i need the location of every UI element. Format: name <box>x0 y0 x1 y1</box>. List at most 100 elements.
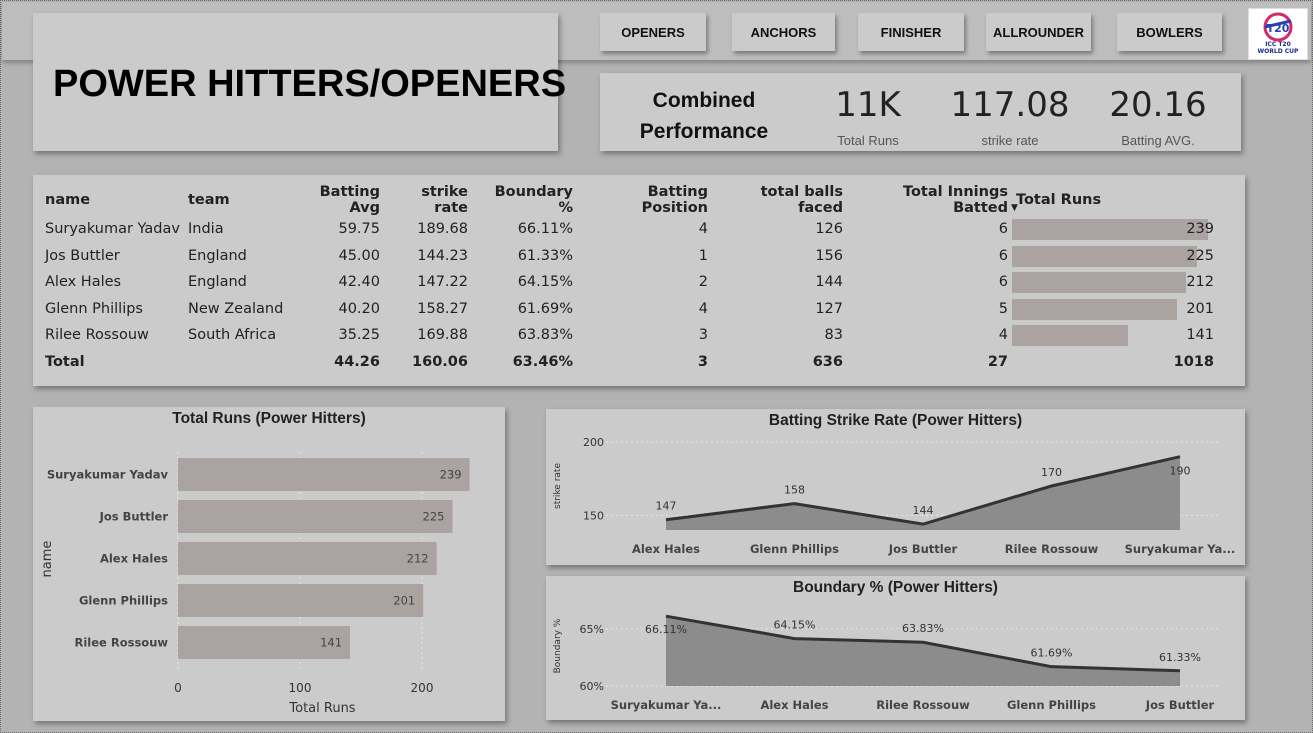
boundary-pct-area-chart: 60% 65% 66.11% Suryakumar Ya... 64.15% Alex H… <box>553 614 1221 712</box>
category-label: Jos Buttler <box>99 510 169 524</box>
column-header-name[interactable]: name <box>41 184 184 216</box>
cell-name: Glenn Phillips <box>45 300 143 317</box>
total-cell-balls-faced: 636 <box>812 353 843 370</box>
category-label: Rilee Rossouw <box>75 636 169 650</box>
data-value-label: 170 <box>1041 466 1062 479</box>
y-tick-label: 200 <box>583 436 604 449</box>
nav-button-allrounder[interactable]: ALLROUNDER <box>986 13 1091 51</box>
cell-batting-position: 1 <box>698 247 708 264</box>
combined-performance-card: Combined Performance 11K Total Runs 117.… <box>600 73 1241 151</box>
cell-strike-rate: 189.68 <box>417 221 468 238</box>
bar-value-label: 239 <box>440 468 462 482</box>
cell-balls-faced: 83 <box>824 327 843 344</box>
total-cell-batting-avg: 44.26 <box>334 353 380 370</box>
kpi-total-runs: 11K Total Runs <box>822 85 914 148</box>
combined-performance-heading: Combined Performance <box>639 89 769 143</box>
svg-text:T20: T20 <box>1267 22 1290 35</box>
kpi-strike-rate: 117.08 strike rate <box>950 85 1070 148</box>
table-row[interactable]: Alex Hales England 42.40 147.22 64.15% 2 144 6 2… <box>41 269 1218 296</box>
total-cell-team <box>184 349 288 376</box>
y-tick-label: 150 <box>583 509 604 522</box>
bar[interactable] <box>178 542 437 575</box>
nav-button-openers[interactable]: OPENERS <box>600 13 706 51</box>
cell-total-runs: 225 <box>1012 243 1218 270</box>
area-fill <box>666 456 1180 530</box>
x-category-label: Suryakumar Ya... <box>1125 542 1236 556</box>
cell-boundary-pct: 61.33% <box>517 247 573 264</box>
column-header-total-runs[interactable]: Total Runs ▼ <box>1011 184 1218 216</box>
cell-boundary-pct: 61.69% <box>517 300 573 317</box>
cell-innings-batted: 6 <box>998 247 1008 264</box>
column-header-total-innings-batted[interactable]: Total Innings Batted <box>847 184 1012 216</box>
cell-team: England <box>188 247 247 264</box>
cell-innings-batted: 5 <box>998 300 1008 317</box>
title-card: POWER HITTERS/OPENERS <box>33 13 566 151</box>
total-runs-bar-chart: 0 100 200 239 Suryakumar Yadav 225 Jos Buttler… <box>40 452 470 716</box>
column-header-batting-avg[interactable]: Batting Avg <box>288 184 384 216</box>
kpi-batting-avg: 20.16 Batting AVG. <box>1108 85 1208 148</box>
bar[interactable] <box>178 458 470 491</box>
x-category-label: Jos Buttler <box>888 542 958 556</box>
cell-batting-avg: 40.20 <box>338 300 380 317</box>
strike-rate-area-chart: 150 200 147 Alex Hales 158 Glenn Phillips 144 J… <box>553 436 1236 556</box>
category-label: Glenn Phillips <box>79 594 168 608</box>
total-runs-databar <box>1012 298 1177 320</box>
cell-total-runs: 239 <box>1012 216 1218 243</box>
total-runs-value: 225 <box>1186 247 1214 264</box>
cell-name: Rilee Rossouw <box>45 327 149 344</box>
bar-value-label: 201 <box>393 594 415 608</box>
total-runs-databar <box>1012 219 1208 240</box>
total-runs-value: 201 <box>1186 300 1214 317</box>
x-category-label: Rilee Rossouw <box>876 698 970 712</box>
column-header-total-balls-faced[interactable]: total balls faced <box>712 184 847 216</box>
svg-text:ICC T20: ICC T20 <box>1265 41 1291 48</box>
table-total-row: Total 44.26 160.06 63.46% 3 636 27 1018 <box>41 349 1218 376</box>
table-row[interactable]: Rilee Rossouw South Africa 35.25 169.88 63.8… <box>41 322 1218 349</box>
cell-strike-rate: 144.23 <box>417 247 468 264</box>
x-category-label: Glenn Phillips <box>1007 698 1096 712</box>
table-row[interactable]: Suryakumar Yadav India 59.75 189.68 66.11% 4 1… <box>41 216 1218 243</box>
bar[interactable] <box>178 584 424 617</box>
cell-total-runs: 201 <box>1012 296 1218 323</box>
x-category-label: Jos Buttler <box>1145 698 1215 712</box>
x-tick-label: 0 <box>174 681 182 695</box>
column-header-boundary-pct[interactable]: Boundary % <box>472 184 577 216</box>
cell-batting-position: 4 <box>698 221 708 238</box>
bar[interactable] <box>178 500 453 533</box>
y-axis-title: name <box>40 541 55 578</box>
total-cell-batting-position: 3 <box>697 353 708 370</box>
cell-batting-avg: 59.75 <box>338 221 380 238</box>
cell-batting-avg: 45.00 <box>338 247 380 264</box>
nav-button-bowlers[interactable]: BOWLERS <box>1117 13 1222 51</box>
data-value-label: 158 <box>784 484 805 497</box>
kpi-batting-avg-label: Batting AVG. <box>1121 133 1195 148</box>
cell-total-runs: 212 <box>1012 269 1218 296</box>
total-runs-value: 239 <box>1186 221 1214 238</box>
table-header-row: name team Batting Avg strike rate Bounda… <box>41 184 1218 216</box>
cell-boundary-pct: 64.15% <box>517 274 573 291</box>
cell-balls-faced: 126 <box>815 221 843 238</box>
player-stats-table: name team Batting Avg strike rate Bounda… <box>41 184 1218 375</box>
y-axis-title: strike rate <box>553 463 563 509</box>
total-runs-chart-card: Total Runs (Power Hitters) 0 100 200 239 Sur… <box>33 407 505 721</box>
bar-value-label: 141 <box>320 636 342 650</box>
column-header-batting-position[interactable]: Batting Position <box>577 184 712 216</box>
cell-name: Suryakumar Yadav <box>45 221 180 238</box>
strike-rate-chart-card: Batting Strike Rate (Power Hitters) 150 2… <box>546 409 1245 565</box>
x-category-label: Alex Hales <box>632 542 700 556</box>
cell-balls-faced: 144 <box>815 274 843 291</box>
nav-button-anchors[interactable]: ANCHORS <box>732 13 835 51</box>
column-header-team[interactable]: team <box>184 184 288 216</box>
cell-total-runs: 141 <box>1012 322 1218 349</box>
data-value-label: 190 <box>1170 465 1191 478</box>
total-runs-databar <box>1012 272 1186 293</box>
table-row[interactable]: Glenn Phillips New Zealand 40.20 158.27 61.6… <box>41 296 1218 323</box>
nav-button-finisher[interactable]: FINISHER <box>858 13 964 51</box>
data-value-label: 144 <box>913 504 934 517</box>
table-row[interactable]: Jos Buttler England 45.00 144.23 61.33% 1 156 6… <box>41 243 1218 270</box>
x-category-label: Rilee Rossouw <box>1005 542 1099 556</box>
total-runs-value: 141 <box>1186 327 1214 344</box>
column-header-strike-rate[interactable]: strike rate <box>384 184 472 216</box>
data-value-label: 64.15% <box>774 619 816 632</box>
cell-team: England <box>188 274 247 291</box>
